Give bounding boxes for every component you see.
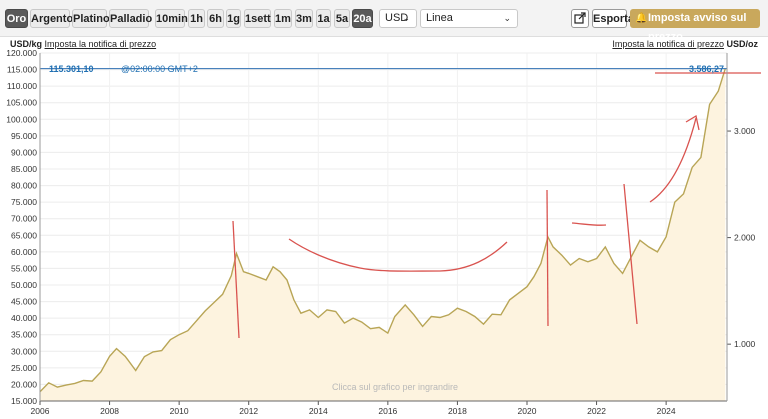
y-tick-label-left: 30.000 — [11, 346, 37, 356]
annotation-stroke — [685, 114, 700, 131]
y-tick-label-left: 60.000 — [11, 247, 37, 257]
x-tick-label: 2018 — [448, 406, 467, 416]
y-tick-label-left: 115.000 — [7, 65, 37, 75]
chart-watermark: Clicca sul grafico per ingrandire — [332, 382, 458, 392]
current-value-left: 115.301,10 — [49, 64, 94, 74]
x-tick-label: 2014 — [309, 406, 328, 416]
annotation-stroke — [288, 238, 508, 272]
y-tick-label-left: 85.000 — [11, 164, 37, 174]
x-tick-label: 2010 — [170, 406, 189, 416]
x-tick-label: 2022 — [587, 406, 606, 416]
y-tick-label-left: 45.000 — [11, 297, 37, 307]
x-tick-label: 2016 — [378, 406, 397, 416]
y-tick-label-right: 2.000 — [734, 233, 756, 243]
current-value-right: 3.586,27 — [689, 64, 724, 74]
x-tick-label: 2008 — [100, 406, 119, 416]
y-tick-label-left: 70.000 — [11, 214, 37, 224]
y-tick-label-left: 25.000 — [11, 363, 37, 373]
y-tick-label-right: 3.000 — [734, 126, 756, 136]
y-tick-label-left: 15.000 — [11, 396, 37, 406]
annotation-stroke — [571, 222, 607, 226]
x-tick-label: 2012 — [239, 406, 258, 416]
y-tick-label-left: 105.000 — [6, 98, 37, 108]
y-tick-label-left: 40.000 — [11, 313, 37, 323]
y-tick-label-left: 110.000 — [7, 81, 37, 91]
y-tick-label-left: 120.000 — [6, 48, 37, 58]
y-tick-label-left: 100.000 — [6, 114, 37, 124]
y-tick-label-right: 1.000 — [734, 339, 756, 349]
x-tick-label: 2006 — [31, 406, 50, 416]
current-time-label: @02:00:00 GMT+2 — [121, 64, 198, 74]
y-tick-label-left: 20.000 — [11, 379, 37, 389]
y-tick-label-left: 75.000 — [11, 197, 37, 207]
y-tick-label-left: 90.000 — [11, 147, 37, 157]
y-tick-label-left: 65.000 — [11, 230, 37, 240]
y-tick-label-left: 95.000 — [11, 131, 37, 141]
y-tick-label-left: 80.000 — [11, 181, 37, 191]
y-tick-label-left: 50.000 — [11, 280, 37, 290]
price-chart[interactable]: Clicca sul grafico per ingrandire 120.00… — [0, 0, 768, 419]
y-tick-label-left: 55.000 — [11, 263, 37, 273]
y-tick-label-left: 35.000 — [11, 330, 37, 340]
x-tick-label: 2020 — [518, 406, 537, 416]
x-tick-label: 2024 — [657, 406, 676, 416]
